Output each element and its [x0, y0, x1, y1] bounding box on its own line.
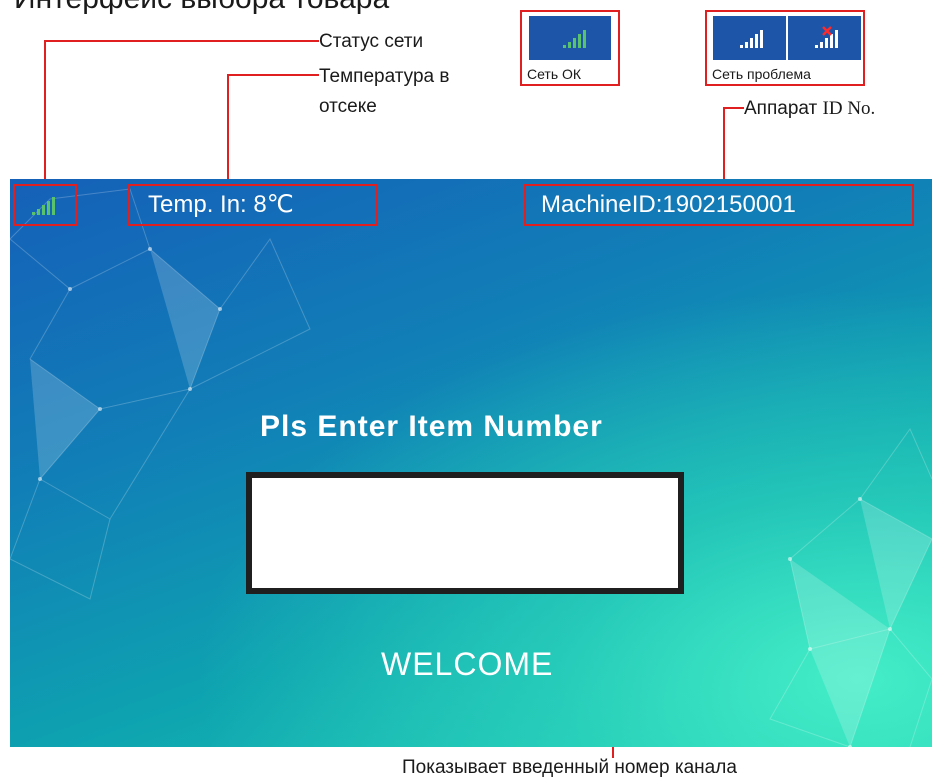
machine-id-annotation: Аппарат ID No. — [744, 97, 875, 121]
temperature-annotation-line1: Температура в — [319, 66, 450, 87]
vending-screen: Temp. In: 8℃ MachineID:1902150001 Pls En… — [10, 179, 932, 747]
machine-id-annotation-prefix: Аппарат — [744, 98, 818, 119]
leader-line — [723, 107, 725, 185]
leader-line — [227, 74, 229, 185]
temperature-annotation-line2: отсеке — [319, 96, 377, 117]
network-status-highlight — [13, 184, 77, 226]
tile-icon-background — [788, 16, 861, 60]
error-cross-icon — [822, 26, 832, 36]
page-title: Интерфейс выбора товара — [14, 0, 389, 14]
item-number-prompt: Pls Enter Item Number — [260, 410, 603, 443]
machine-id-annotation-suffix: ID No. — [822, 98, 876, 119]
welcome-text: WELCOME — [381, 646, 554, 682]
tile-icon-background — [713, 16, 786, 60]
signal-bars-icon — [563, 30, 586, 48]
temperature-highlight — [128, 184, 378, 226]
entry-box-annotation: Показывает введенный номер канала — [402, 757, 737, 778]
legend-network-problem: Сеть проблема — [705, 10, 865, 86]
tile-icon-background — [529, 16, 611, 60]
legend-network-ok-label: Сеть ОК — [527, 66, 582, 82]
signal-bars-icon — [740, 30, 763, 48]
machine-id-highlight — [524, 184, 914, 226]
item-number-display[interactable] — [246, 472, 684, 594]
leader-line — [44, 40, 319, 42]
legend-network-problem-label: Сеть проблема — [712, 66, 811, 82]
leader-line — [723, 107, 744, 109]
network-status-annotation: Статус сети — [319, 31, 424, 52]
leader-line — [44, 40, 46, 185]
legend-network-ok: Сеть ОК — [520, 10, 620, 86]
leader-line — [227, 74, 319, 76]
